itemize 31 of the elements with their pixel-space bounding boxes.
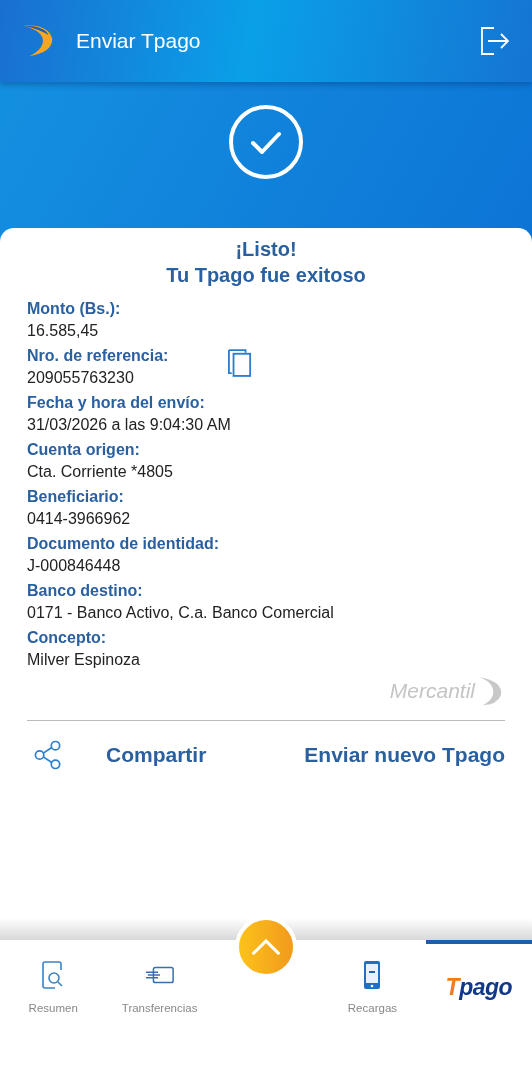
field-value: Cta. Corriente *4805 <box>27 462 174 482</box>
share-icon[interactable] <box>34 740 62 770</box>
field-label: Monto (Bs.): <box>27 299 121 319</box>
nav-tab[interactable]: Recargas <box>319 940 426 1080</box>
field-label: Banco destino: <box>27 581 143 601</box>
success-title: ¡Listo! <box>234 237 298 262</box>
nav-tab[interactable]: Tpago <box>425 940 532 1080</box>
copy-icon[interactable] <box>228 349 253 377</box>
field-label: Nro. de referencia: <box>27 346 169 366</box>
logout-icon[interactable] <box>480 26 510 56</box>
screen-title: Enviar Tpago <box>76 29 202 53</box>
field-value: 0414-3966962 <box>27 509 132 529</box>
nav-tab[interactable]: Resumen <box>0 940 107 1080</box>
success-check-icon <box>228 104 304 180</box>
field-value: 16.585,45 <box>27 321 100 341</box>
nav-tab[interactable]: Transferencias <box>106 940 213 1080</box>
success-subtitle: Tu Tpago fue exitoso <box>165 263 367 288</box>
new-tpago-button[interactable]: Enviar nuevo Tpago <box>304 743 505 767</box>
field-label: Cuenta origen: <box>27 440 140 460</box>
field-label: Concepto: <box>27 628 107 648</box>
field-label: Fecha y hora del envío: <box>27 393 205 413</box>
field-value: Milver Espinoza <box>27 650 141 670</box>
brand-name: Mercantil <box>389 679 475 703</box>
field-value: 209055763230 <box>27 368 135 388</box>
chevron-up-icon <box>251 938 281 956</box>
field-value: 31/03/2026 a las 9:04:30 AM <box>27 415 232 435</box>
field-value: J-000846448 <box>27 556 122 576</box>
field-label: Documento de identidad: <box>27 534 219 554</box>
share-button[interactable]: Compartir <box>106 743 207 767</box>
field-label: Beneficiario: <box>27 487 124 507</box>
field-value: 0171 - Banco Activo, C.a. Banco Comercial <box>27 603 335 623</box>
